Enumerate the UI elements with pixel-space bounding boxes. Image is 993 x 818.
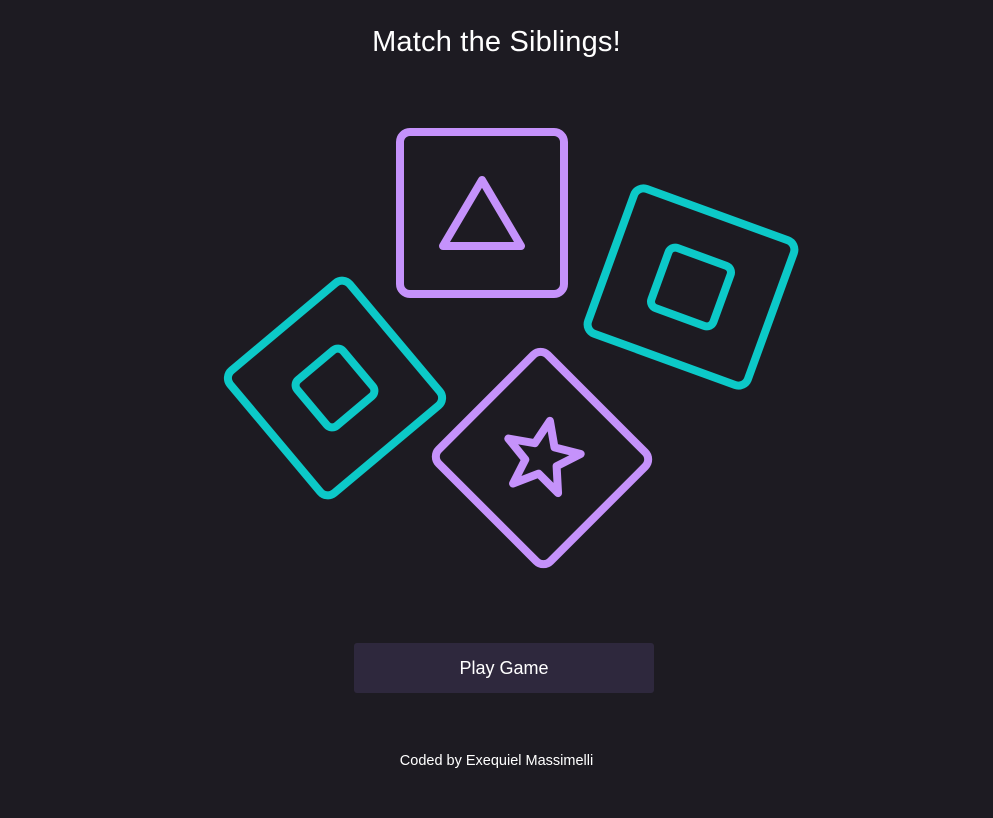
card-stack	[0, 0, 993, 818]
square-icon	[291, 344, 379, 432]
card-square-left[interactable]	[223, 276, 447, 500]
card-triangle[interactable]	[396, 128, 568, 298]
square-icon	[647, 243, 735, 331]
card-stack-canvas	[223, 128, 799, 569]
triangle-icon	[439, 176, 525, 250]
star-icon	[504, 416, 585, 498]
card-star[interactable]	[431, 347, 653, 569]
card-square-right[interactable]	[583, 184, 799, 390]
page-title: Match the Siblings!	[372, 26, 621, 58]
credit-text: Coded by Exequiel Massimelli	[399, 753, 594, 769]
play-game-button[interactable]: Play Game	[354, 643, 654, 693]
